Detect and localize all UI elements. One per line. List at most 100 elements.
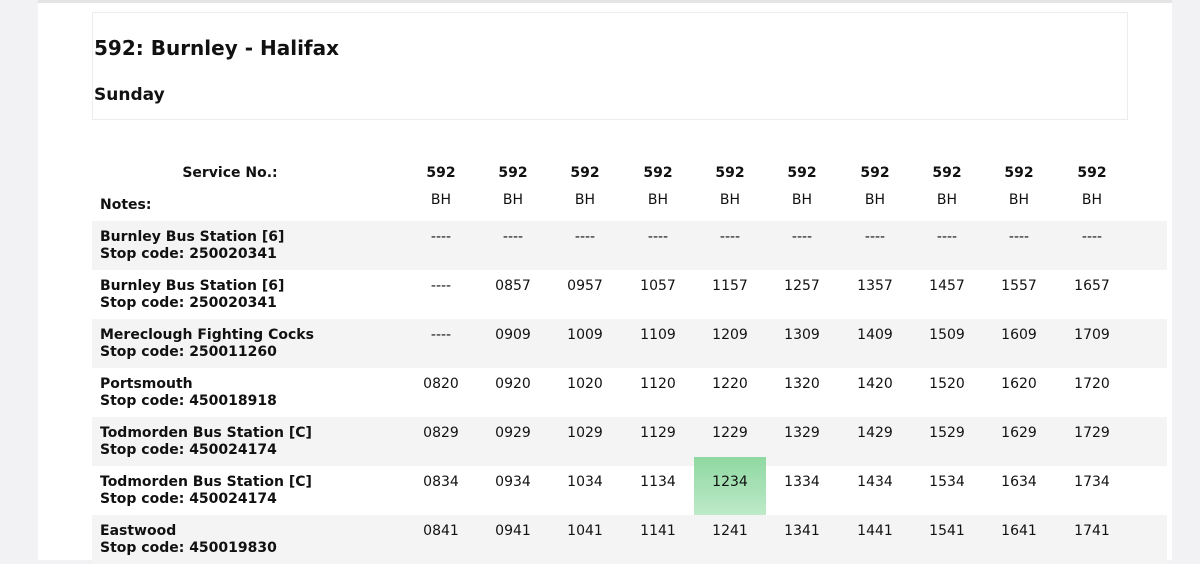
time-cell: 0957 <box>567 278 603 294</box>
service-note: BH <box>791 192 813 208</box>
time-cell: 0920 <box>495 376 531 392</box>
service-number: 592 <box>860 165 890 181</box>
time-cell: 1120 <box>640 376 676 392</box>
time-cell: 1129 <box>640 425 676 441</box>
time-cell: 1329 <box>784 425 820 441</box>
time-cell: 1009 <box>567 327 603 343</box>
table-row: Todmorden Bus Station [C] Stop code: 4500… <box>92 457 1167 515</box>
route-header-card: 592: Burnley - Halifax Sunday <box>92 12 1128 120</box>
service-note: BH <box>936 192 958 208</box>
time-cell: 0909 <box>495 327 531 343</box>
stop-code: Stop code: 450024174 <box>100 491 277 507</box>
stop-title: Eastwood <box>100 523 177 539</box>
service-note: BH <box>719 192 741 208</box>
stop-code: Stop code: 450018918 <box>100 393 277 409</box>
time-cell: 1720 <box>1074 376 1110 392</box>
stop-title: Burnley Bus Station [6] <box>100 278 285 294</box>
service-note: BH <box>574 192 596 208</box>
stop-code: Stop code: 250020341 <box>100 295 277 311</box>
time-cell: 1629 <box>1001 425 1037 441</box>
time-cell: 0857 <box>495 278 531 294</box>
stop-title: Portsmouth <box>100 376 193 392</box>
time-cell: 1557 <box>1001 278 1037 294</box>
time-cell: 1020 <box>567 376 603 392</box>
stop-title: Todmorden Bus Station [C] <box>100 425 312 441</box>
service-note: BH <box>647 192 669 208</box>
time-cell: 1134 <box>640 474 676 490</box>
time-cell: 1441 <box>857 523 893 539</box>
time-cell: 1620 <box>1001 376 1037 392</box>
service-number: 592 <box>1004 165 1034 181</box>
time-cell: ---- <box>791 229 813 245</box>
time-cell: 0820 <box>423 376 459 392</box>
time-cell: 1334 <box>784 474 820 490</box>
timetable-page: 592: Burnley - Halifax Sunday Service No… <box>38 0 1172 564</box>
time-cell: 1634 <box>1001 474 1037 490</box>
time-cell: 1534 <box>929 474 965 490</box>
service-note: BH <box>1081 192 1103 208</box>
time-cell: ---- <box>647 229 669 245</box>
time-cell: 1034 <box>567 474 603 490</box>
service-note: BH <box>864 192 886 208</box>
time-cell: 1220 <box>712 376 748 392</box>
time-cell: ---- <box>430 229 452 245</box>
time-cell: ---- <box>574 229 596 245</box>
table-row: Todmorden Bus Station [C] Stop code: 4500… <box>92 417 1167 466</box>
service-number: 592 <box>570 165 600 181</box>
table-row: Burnley Bus Station [6] Stop code: 250020… <box>92 221 1167 270</box>
time-cell: 1541 <box>929 523 965 539</box>
time-cell: ---- <box>1008 229 1030 245</box>
service-number: 592 <box>1077 165 1107 181</box>
time-cell: 1434 <box>857 474 893 490</box>
time-cell: 1734 <box>1074 474 1110 490</box>
stop-name: Burnley Bus Station [6] Stop code: 250020… <box>100 229 284 263</box>
service-note: BH <box>430 192 452 208</box>
stop-name: Todmorden Bus Station [C] Stop code: 4500… <box>100 474 312 508</box>
service-number: 592 <box>643 165 673 181</box>
stop-name: Mereclough Fighting Cocks Stop code: 2500… <box>100 327 314 361</box>
time-cell: 0934 <box>495 474 531 490</box>
time-cell: 1457 <box>929 278 965 294</box>
time-cell: 1609 <box>1001 327 1037 343</box>
window-edge <box>1172 0 1200 560</box>
service-no-label: Service No.: <box>182 165 278 181</box>
service-number: 592 <box>787 165 817 181</box>
stop-name: Todmorden Bus Station [C] Stop code: 4500… <box>100 425 312 459</box>
table-row: Burnley Bus Station [6] Stop code: 250020… <box>92 270 1167 319</box>
time-cell: 1429 <box>857 425 893 441</box>
time-cell: 1729 <box>1074 425 1110 441</box>
time-cell: 1029 <box>567 425 603 441</box>
time-cell: 0941 <box>495 523 531 539</box>
service-number: 592 <box>426 165 456 181</box>
time-cell: 0841 <box>423 523 459 539</box>
time-cell: 1241 <box>712 523 748 539</box>
time-cell: 1641 <box>1001 523 1037 539</box>
stop-name: Portsmouth Stop code: 450018918 <box>100 376 277 410</box>
stop-code: Stop code: 450019830 <box>100 540 277 556</box>
time-cell: 1141 <box>640 523 676 539</box>
top-border <box>38 0 1172 3</box>
highlighted-time-cell: 1234 <box>694 457 766 515</box>
time-cell: ---- <box>430 327 452 343</box>
time-cell: 1409 <box>857 327 893 343</box>
time-cell: 1109 <box>640 327 676 343</box>
service-number: 592 <box>715 165 745 181</box>
time-cell: 1257 <box>784 278 820 294</box>
time-cell: ---- <box>430 278 452 294</box>
stop-code: Stop code: 250011260 <box>100 344 277 360</box>
time-cell: 1529 <box>929 425 965 441</box>
service-number: 592 <box>932 165 962 181</box>
time-cell: 1057 <box>640 278 676 294</box>
time-cell: 1520 <box>929 376 965 392</box>
notes-label: Notes: <box>100 197 152 213</box>
time-cell: 0834 <box>423 474 459 490</box>
time-cell: 1041 <box>567 523 603 539</box>
service-note: BH <box>1008 192 1030 208</box>
time-cell: 1341 <box>784 523 820 539</box>
day-title: Sunday <box>94 85 165 105</box>
stop-title: Mereclough Fighting Cocks <box>100 327 314 343</box>
time-cell: 1309 <box>784 327 820 343</box>
time-cell: 1741 <box>1074 523 1110 539</box>
time-cell: 0929 <box>495 425 531 441</box>
time-cell: 1709 <box>1074 327 1110 343</box>
